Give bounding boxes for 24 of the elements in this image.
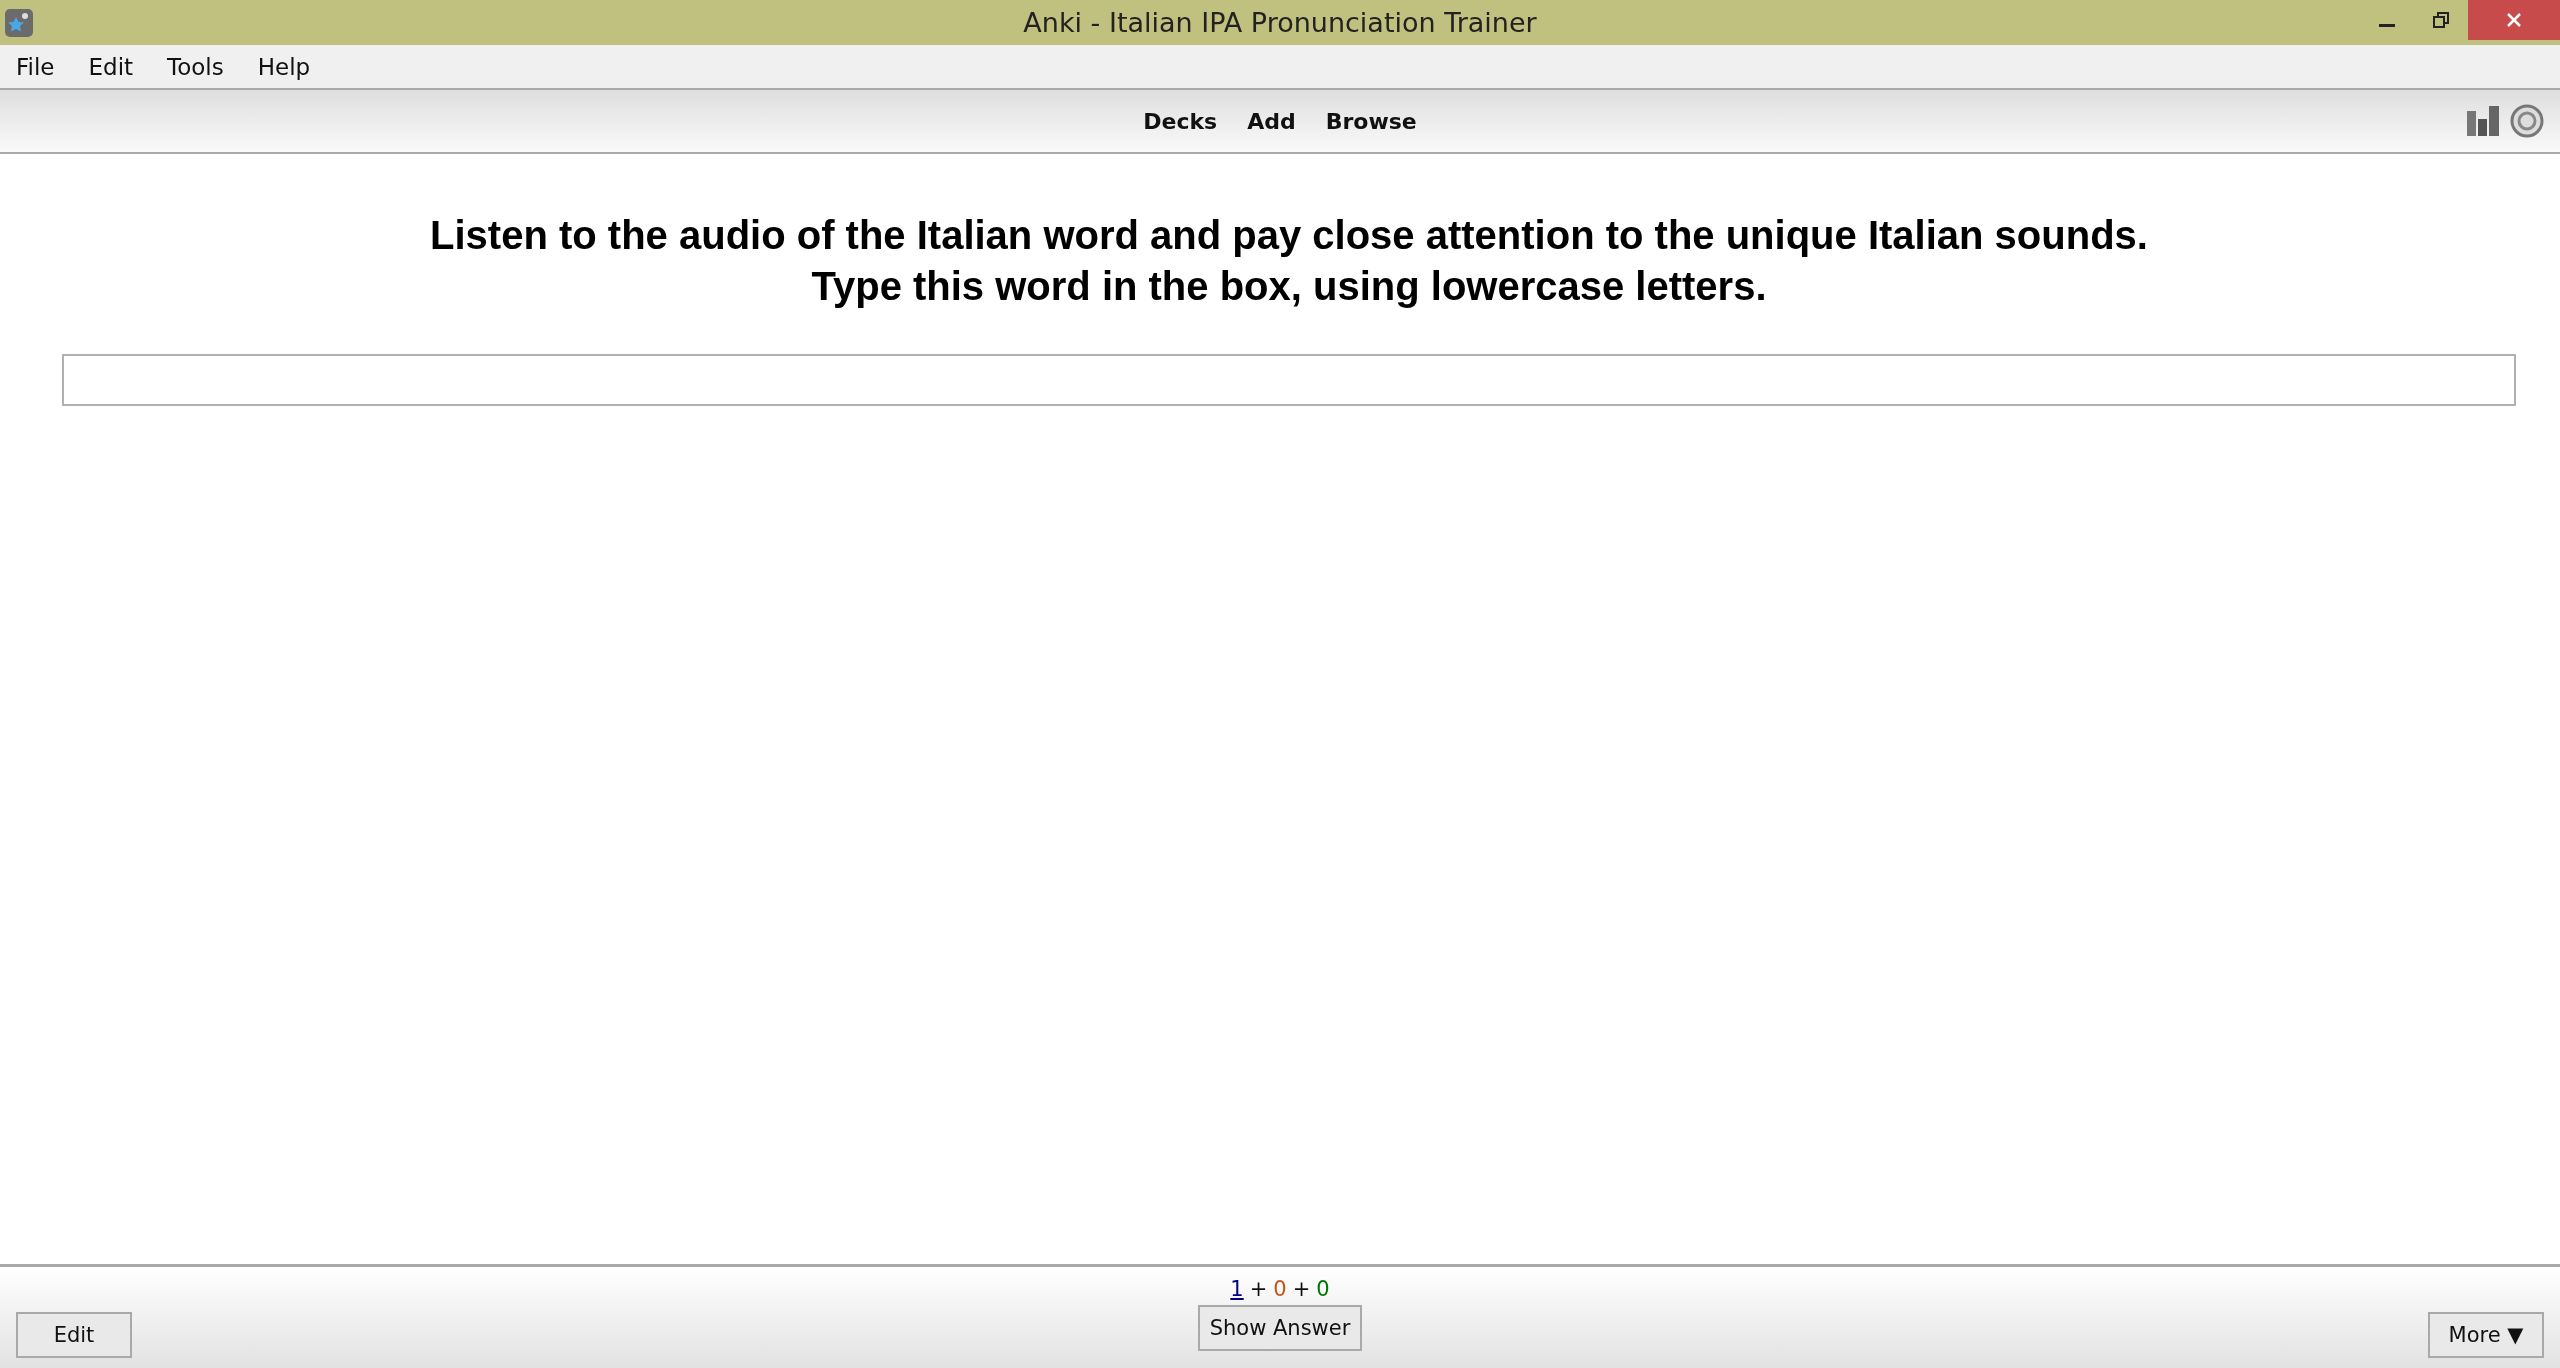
card-count: 0 <box>1316 1277 1330 1301</box>
bar-chart-icon[interactable] <box>2466 105 2500 137</box>
menu-item[interactable]: Tools <box>150 53 241 80</box>
answer-field[interactable] <box>62 354 2516 406</box>
close-icon <box>2505 11 2523 29</box>
plus-sign: + <box>1292 1277 1311 1301</box>
toolbar-link[interactable]: Browse <box>1325 108 1417 134</box>
show-answer-button[interactable]: Show Answer <box>1197 1305 1363 1351</box>
card-count: 0 <box>1273 1277 1287 1301</box>
card-prompt: Type this word in the box, using lowercase letters. <box>810 263 1768 310</box>
window-title: Anki - Italian IPA Pronunciation Trainer <box>1023 7 1537 38</box>
menu-item[interactable]: File <box>0 53 72 80</box>
more-button[interactable]: More ▼ <box>2428 1312 2544 1358</box>
card-prompt: Listen to the audio of the Italian word and pay close attention to the unique Italian sounds. <box>429 212 2149 259</box>
card-count: 1 <box>1230 1277 1244 1301</box>
star-app-icon <box>4 7 34 38</box>
restore-icon <box>2432 11 2450 29</box>
menu-item[interactable]: Help <box>240 53 328 80</box>
minimize-icon <box>2379 23 2395 27</box>
toolbar-link[interactable]: Decks <box>1143 108 1218 134</box>
toolbar-link[interactable]: Add <box>1247 108 1296 134</box>
edit-button[interactable]: Edit <box>16 1312 132 1358</box>
plus-sign: + <box>1249 1277 1268 1301</box>
menu-item[interactable]: Edit <box>71 53 151 80</box>
